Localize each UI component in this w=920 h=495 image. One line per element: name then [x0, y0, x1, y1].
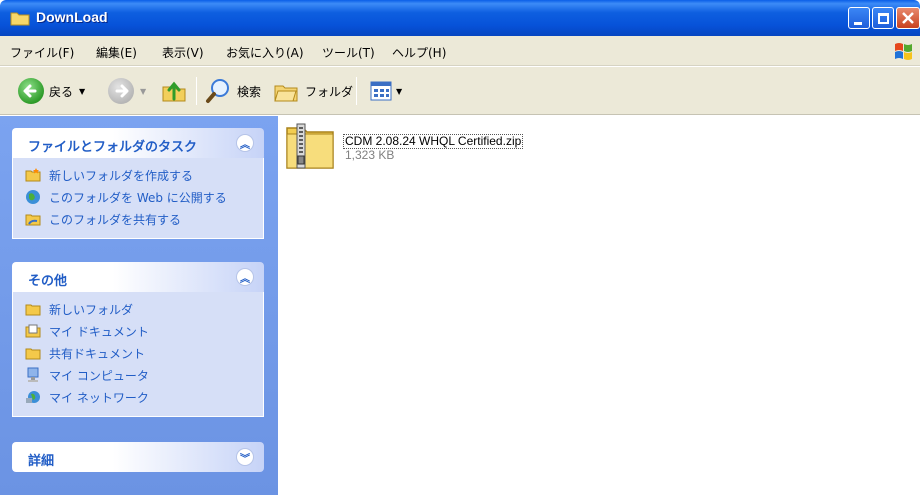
back-arrow-icon — [18, 78, 44, 104]
search-label: 検索 — [237, 84, 262, 99]
menu-edit[interactable]: 編集(E) — [96, 44, 137, 61]
zip-folder-icon — [286, 123, 334, 169]
my-network-icon — [26, 391, 40, 403]
share-folder-icon — [25, 214, 41, 226]
shared-documents-icon — [25, 348, 41, 360]
place-label: マイ ドキュメント — [49, 324, 149, 339]
details-panel: 詳細 ︾ — [12, 442, 264, 472]
task-pane: ファイルとフォルダのタスク ︽ 新しいフォルダを作成する このフォルダを Web… — [0, 116, 278, 495]
place-label: 共有ドキュメント — [49, 346, 146, 361]
folder-icon — [25, 304, 41, 316]
folders-label: フォルダ — [305, 84, 354, 99]
panel-title: その他 — [28, 274, 68, 289]
back-label: 戻る — [49, 84, 74, 99]
maximize-icon — [878, 13, 889, 24]
place-my-network[interactable]: マイ ネットワーク — [13, 386, 263, 408]
menu-bar: ファイル(F) 編集(E) 表示(V) お気に入り(A) ツール(T) ヘルプ(… — [0, 36, 920, 66]
views-button[interactable]: ▼ — [370, 67, 402, 115]
views-icon — [370, 81, 392, 101]
collapse-chevron-icon[interactable]: ︽ — [236, 134, 254, 152]
other-places-panel: その他 ︽ 新しいフォルダ マイ ドキュメント 共有ドキュメント マイ コンピュ… — [12, 262, 264, 417]
new-folder-icon — [25, 168, 41, 182]
expand-chevron-icon[interactable]: ︾ — [236, 448, 254, 466]
windows-logo-icon — [895, 43, 912, 60]
file-name: CDM 2.08.24 WHQL Certified.zip — [343, 134, 524, 149]
folders-button[interactable]: フォルダ — [272, 67, 353, 115]
my-computer-icon — [27, 367, 39, 382]
search-button[interactable]: 検索 — [204, 67, 261, 115]
panel-title: 詳細 — [28, 454, 55, 469]
back-button[interactable]: 戻る ▼ — [18, 67, 85, 115]
dropdown-arrow-icon[interactable]: ▼ — [79, 87, 85, 96]
up-folder-button[interactable] — [160, 67, 188, 115]
menu-tools[interactable]: ツール(T) — [322, 44, 375, 61]
task-share-folder[interactable]: このフォルダを共有する — [13, 208, 263, 230]
folder-icon — [10, 12, 30, 26]
place-label: マイ ネットワーク — [49, 390, 149, 405]
place-label: 新しいフォルダ — [49, 302, 134, 317]
task-label: このフォルダを共有する — [49, 212, 182, 227]
task-label: 新しいフォルダを作成する — [49, 168, 194, 183]
web-publish-icon — [26, 190, 40, 204]
window-title: DownLoad — [36, 9, 108, 25]
close-button[interactable] — [896, 7, 920, 29]
task-new-folder[interactable]: 新しいフォルダを作成する — [13, 164, 263, 186]
maximize-button[interactable] — [872, 7, 894, 29]
place-label: マイ コンピュータ — [49, 368, 149, 383]
menu-view[interactable]: 表示(V) — [162, 44, 204, 61]
file-list[interactable]: CDM 2.08.24 WHQL Certified.zip 1,323 KB — [279, 116, 920, 495]
dropdown-arrow-icon[interactable]: ▼ — [140, 87, 146, 96]
place-my-documents[interactable]: マイ ドキュメント — [13, 320, 263, 342]
minimize-button[interactable] — [848, 7, 870, 29]
toolbar-separator — [356, 77, 357, 105]
up-folder-icon — [162, 81, 186, 102]
dropdown-arrow-icon[interactable]: ▼ — [396, 87, 402, 96]
place-new-folder[interactable]: 新しいフォルダ — [13, 298, 263, 320]
folders-icon — [274, 85, 298, 102]
menu-favorites[interactable]: お気に入り(A) — [226, 44, 304, 61]
title-bar[interactable]: DownLoad — [0, 0, 920, 36]
panel-title: ファイルとフォルダのタスク — [28, 140, 198, 155]
panel-header[interactable]: 詳細 ︾ — [12, 442, 264, 472]
file-folder-tasks-panel: ファイルとフォルダのタスク ︽ 新しいフォルダを作成する このフォルダを Web… — [12, 128, 264, 239]
panel-header[interactable]: ファイルとフォルダのタスク ︽ — [12, 128, 264, 158]
menu-help[interactable]: ヘルプ(H) — [392, 44, 446, 61]
forward-button[interactable]: ▼ — [108, 67, 146, 115]
file-item[interactable]: CDM 2.08.24 WHQL Certified.zip 1,323 KB — [285, 120, 585, 180]
task-label: このフォルダを Web に公開する — [49, 190, 227, 205]
toolbar: 戻る ▼ ▼ 検索 フォルダ ▼ — [0, 67, 920, 115]
toolbar-separator — [196, 77, 197, 105]
task-publish-web[interactable]: このフォルダを Web に公開する — [13, 186, 263, 208]
place-shared-documents[interactable]: 共有ドキュメント — [13, 342, 263, 364]
my-documents-icon — [25, 324, 41, 338]
search-icon — [206, 79, 229, 103]
forward-arrow-icon — [108, 78, 134, 104]
file-size: 1,323 KB — [345, 148, 395, 162]
panel-header[interactable]: その他 ︽ — [12, 262, 264, 292]
minimize-icon — [854, 22, 862, 25]
menu-file[interactable]: ファイル(F) — [10, 44, 74, 61]
place-my-computer[interactable]: マイ コンピュータ — [13, 364, 263, 386]
close-icon — [902, 12, 914, 24]
collapse-chevron-icon[interactable]: ︽ — [236, 268, 254, 286]
